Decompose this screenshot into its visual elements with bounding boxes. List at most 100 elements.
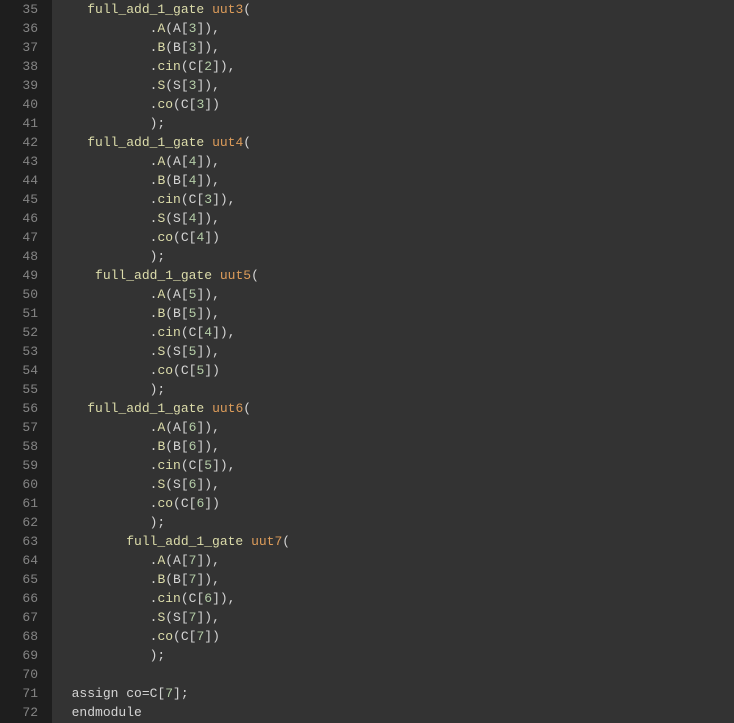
token-punc: (B[: [165, 173, 188, 188]
line-number: 66: [0, 589, 38, 608]
code-line[interactable]: .S(S[6]),: [56, 475, 734, 494]
token-punc: (C[: [173, 629, 196, 644]
code-line[interactable]: .A(A[4]),: [56, 152, 734, 171]
code-line[interactable]: [56, 665, 734, 684]
token-punc: (A[: [165, 287, 188, 302]
code-line[interactable]: endmodule: [56, 703, 734, 722]
code-line[interactable]: .A(A[7]),: [56, 551, 734, 570]
token-punc: (C[: [173, 363, 196, 378]
code-line[interactable]: .S(S[4]),: [56, 209, 734, 228]
code-line[interactable]: .B(B[5]),: [56, 304, 734, 323]
code-line[interactable]: .S(S[5]),: [56, 342, 734, 361]
code-line[interactable]: .co(C[5]): [56, 361, 734, 380]
token-module: full_add_1_gate: [95, 268, 212, 283]
code-line[interactable]: .B(B[7]),: [56, 570, 734, 589]
code-line[interactable]: .S(S[7]),: [56, 608, 734, 627]
token-punc: );: [150, 648, 166, 663]
code-line[interactable]: full_add_1_gate uut5(: [56, 266, 734, 285]
code-area[interactable]: full_add_1_gate uut3( .A(A[3]), .B(B[3])…: [52, 0, 734, 723]
line-number: 57: [0, 418, 38, 437]
code-line[interactable]: full_add_1_gate uut4(: [56, 133, 734, 152]
token-punc: (: [251, 268, 259, 283]
token-punc: (C[: [173, 97, 196, 112]
line-number: 61: [0, 494, 38, 513]
code-line[interactable]: .A(A[6]),: [56, 418, 734, 437]
token-port: cin: [157, 325, 180, 340]
code-line[interactable]: full_add_1_gate uut7(: [56, 532, 734, 551]
code-line[interactable]: );: [56, 646, 734, 665]
line-number: 42: [0, 133, 38, 152]
line-number: 36: [0, 19, 38, 38]
token-punc: (B[: [165, 306, 188, 321]
code-line[interactable]: full_add_1_gate uut6(: [56, 399, 734, 418]
token-kw: assign: [72, 686, 119, 701]
token-punc: (C[: [181, 591, 204, 606]
line-number: 51: [0, 304, 38, 323]
code-line[interactable]: .co(C[6]): [56, 494, 734, 513]
line-number: 37: [0, 38, 38, 57]
token-punc: ]),: [196, 173, 219, 188]
token-port: cin: [157, 59, 180, 74]
line-number-gutter: 3536373839404142434445464748495051525354…: [0, 0, 52, 723]
token-port: co: [157, 363, 173, 378]
token-port: cin: [157, 591, 180, 606]
line-number: 62: [0, 513, 38, 532]
code-line[interactable]: .A(A[5]),: [56, 285, 734, 304]
code-line[interactable]: .cin(C[4]),: [56, 323, 734, 342]
token-punc: [243, 534, 251, 549]
line-number: 72: [0, 703, 38, 722]
code-line[interactable]: .cin(C[5]),: [56, 456, 734, 475]
line-number: 65: [0, 570, 38, 589]
token-punc: co=C[: [118, 686, 165, 701]
line-number: 41: [0, 114, 38, 133]
token-punc: ]),: [196, 211, 219, 226]
line-number: 48: [0, 247, 38, 266]
token-port: co: [157, 230, 173, 245]
token-punc: (A[: [165, 154, 188, 169]
token-punc: (S[: [165, 344, 188, 359]
token-punc: (S[: [165, 477, 188, 492]
token-num: 7: [165, 686, 173, 701]
code-line[interactable]: .co(C[4]): [56, 228, 734, 247]
line-number: 35: [0, 0, 38, 19]
token-punc: ]),: [196, 40, 219, 55]
token-punc: ]),: [196, 572, 219, 587]
token-punc: ]),: [212, 591, 235, 606]
code-line[interactable]: .cin(C[2]),: [56, 57, 734, 76]
token-punc: ]),: [212, 59, 235, 74]
code-line[interactable]: .S(S[3]),: [56, 76, 734, 95]
token-punc: ]),: [196, 154, 219, 169]
code-line[interactable]: .co(C[3]): [56, 95, 734, 114]
token-punc: [204, 2, 212, 17]
line-number: 56: [0, 399, 38, 418]
line-number: 40: [0, 95, 38, 114]
token-inst: uut7: [251, 534, 282, 549]
code-editor[interactable]: 3536373839404142434445464748495051525354…: [0, 0, 734, 723]
code-line[interactable]: full_add_1_gate uut3(: [56, 0, 734, 19]
code-line[interactable]: .B(B[4]),: [56, 171, 734, 190]
line-number: 53: [0, 342, 38, 361]
token-punc: (S[: [165, 78, 188, 93]
code-line[interactable]: .cin(C[6]),: [56, 589, 734, 608]
code-line[interactable]: .A(A[3]),: [56, 19, 734, 38]
code-line[interactable]: .B(B[3]),: [56, 38, 734, 57]
token-kw: endmodule: [72, 705, 142, 720]
line-number: 71: [0, 684, 38, 703]
code-line[interactable]: );: [56, 513, 734, 532]
code-line[interactable]: );: [56, 247, 734, 266]
token-punc: (C[: [173, 496, 196, 511]
line-number: 58: [0, 437, 38, 456]
token-punc: (: [243, 401, 251, 416]
line-number: 45: [0, 190, 38, 209]
code-line[interactable]: .cin(C[3]),: [56, 190, 734, 209]
token-inst: uut3: [212, 2, 243, 17]
code-line[interactable]: );: [56, 114, 734, 133]
token-punc: (: [282, 534, 290, 549]
token-module: full_add_1_gate: [87, 135, 204, 150]
line-number: 63: [0, 532, 38, 551]
code-line[interactable]: );: [56, 380, 734, 399]
code-line[interactable]: .co(C[7]): [56, 627, 734, 646]
code-line[interactable]: .B(B[6]),: [56, 437, 734, 456]
token-punc: ]),: [196, 78, 219, 93]
code-line[interactable]: assign co=C[7];: [56, 684, 734, 703]
